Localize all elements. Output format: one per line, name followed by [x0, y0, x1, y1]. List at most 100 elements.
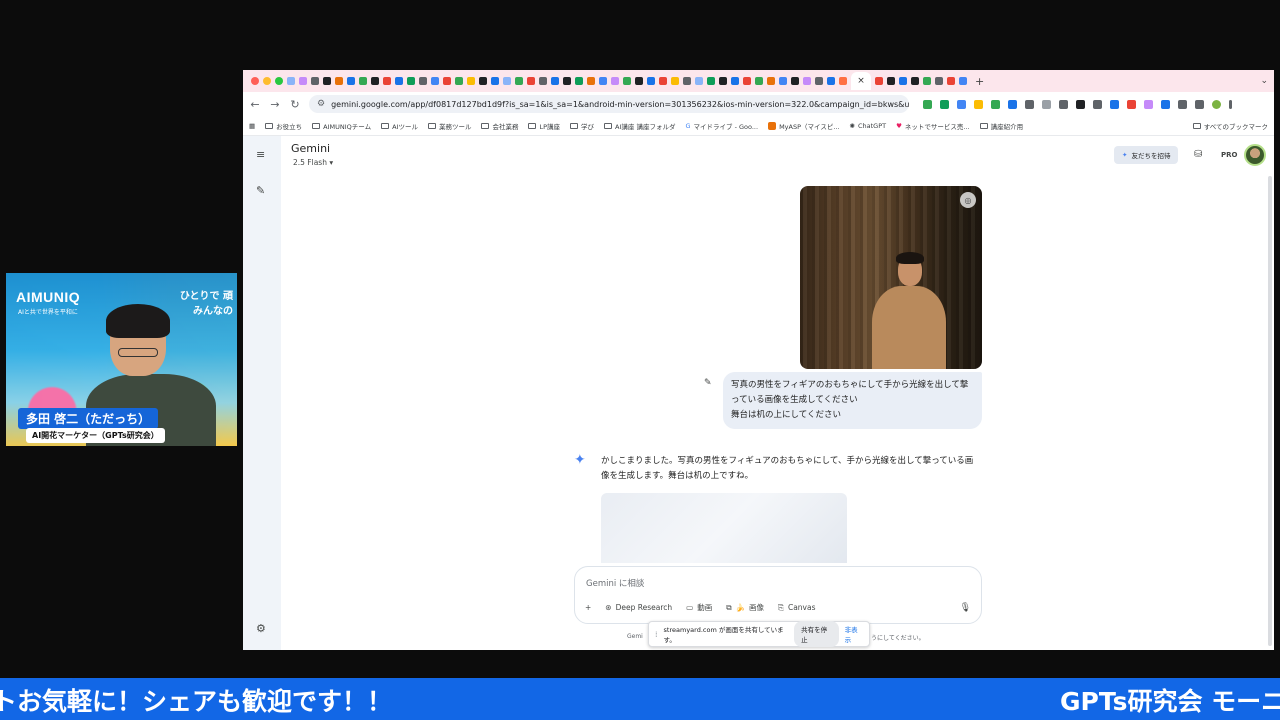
tab-favicon[interactable]	[575, 77, 583, 85]
tab-favicon[interactable]	[623, 77, 631, 85]
microphone-icon[interactable]: 🎙	[960, 603, 971, 613]
tab-favicon[interactable]	[347, 77, 355, 85]
back-icon[interactable]: ←	[249, 98, 261, 111]
gift-icon[interactable]: ⛁	[1194, 149, 1202, 160]
hide-button[interactable]: 非表示	[845, 624, 863, 644]
tab-favicon[interactable]	[503, 77, 511, 85]
bookmark-folder[interactable]: AIツール	[381, 121, 418, 131]
extension-icon[interactable]	[1025, 99, 1034, 109]
bookmark-folder[interactable]: お役立ち	[265, 121, 302, 131]
minimize-window-icon[interactable]	[263, 77, 271, 85]
tab-favicon[interactable]	[695, 77, 703, 85]
tab-favicon[interactable]	[287, 77, 295, 85]
bookmark-myasp[interactable]: MyASP（マイスピ...	[768, 121, 840, 131]
tab-favicon[interactable]	[467, 77, 475, 85]
site-info-icon[interactable]: ⚙	[317, 99, 325, 109]
tab-favicon[interactable]	[323, 77, 331, 85]
reload-icon[interactable]: ↻	[289, 98, 301, 111]
tab-favicon[interactable]	[707, 77, 715, 85]
tab-favicon[interactable]	[611, 77, 619, 85]
tab-search-icon[interactable]: ⌄	[1260, 76, 1268, 86]
tab-favicon[interactable]	[563, 77, 571, 85]
extension-icon[interactable]	[923, 99, 932, 109]
tab-favicon[interactable]	[311, 77, 319, 85]
tab-favicon[interactable]	[923, 77, 931, 85]
tab-favicon[interactable]	[743, 77, 751, 85]
prompt-input[interactable]: Gemini に相談	[586, 577, 644, 589]
tab-favicon[interactable]	[371, 77, 379, 85]
close-window-icon[interactable]	[251, 77, 259, 85]
tab-favicon[interactable]	[515, 77, 523, 85]
notion-icon[interactable]	[1076, 99, 1085, 109]
add-button[interactable]: +	[585, 603, 591, 612]
tab-favicon[interactable]	[383, 77, 391, 85]
bookmark-folder[interactable]: 講座紹介用	[979, 121, 1023, 131]
tab-favicon[interactable]	[683, 77, 691, 85]
tab-favicon[interactable]	[671, 77, 679, 85]
tab-favicon[interactable]	[335, 77, 343, 85]
mic-extension-icon[interactable]	[1059, 99, 1068, 109]
tab-favicon[interactable]	[755, 77, 763, 85]
tab-favicon[interactable]	[779, 77, 787, 85]
download-icon[interactable]	[1195, 99, 1204, 109]
extension-icon[interactable]	[991, 99, 1000, 109]
bookmark-chatgpt[interactable]: ✺ ChatGPT	[850, 122, 887, 130]
extension-icon[interactable]	[957, 99, 966, 109]
prompt-composer[interactable]: Gemini に相談 + ⊛ Deep Research ▭ 動画 ⧉ 🍌 画像 ⎘ Ca…	[574, 566, 982, 624]
invite-friends-button[interactable]: ✦ 友だちを招待	[1114, 146, 1179, 164]
video-button[interactable]: ▭ 動画	[686, 602, 712, 613]
extension-icon[interactable]	[1093, 99, 1102, 109]
tab-favicon[interactable]	[719, 77, 727, 85]
tab-favicon[interactable]	[767, 77, 775, 85]
tab-favicon[interactable]	[791, 77, 799, 85]
settings-gear-icon[interactable]: ⚙	[256, 622, 266, 635]
forward-icon[interactable]: →	[269, 98, 281, 111]
avatar[interactable]	[1244, 144, 1266, 166]
profile-icon[interactable]	[1212, 99, 1221, 109]
menu-kebab-icon[interactable]	[1229, 99, 1232, 109]
bookmark-folder[interactable]: 会社業務	[481, 121, 518, 131]
tab-favicon[interactable]	[839, 77, 847, 85]
tab-favicon[interactable]	[407, 77, 415, 85]
bookmark-drive[interactable]: G マイドライブ - Goo...	[685, 121, 758, 131]
tab-favicon[interactable]	[527, 77, 535, 85]
tab-favicon[interactable]	[911, 77, 919, 85]
extension-icon[interactable]	[1144, 99, 1153, 109]
tab-favicon[interactable]	[659, 77, 667, 85]
tab-close-icon[interactable]: ×	[857, 76, 865, 86]
extension-icon[interactable]	[1110, 99, 1119, 109]
tab-favicon[interactable]	[887, 77, 895, 85]
scrollbar[interactable]	[1268, 176, 1272, 646]
uploaded-photo[interactable]: ◎	[800, 186, 982, 369]
tab-favicon[interactable]	[455, 77, 463, 85]
tab-favicon[interactable]	[491, 77, 499, 85]
bookmark-folder[interactable]: LP講座	[528, 121, 560, 131]
drag-handle-icon[interactable]: ⁞	[655, 630, 658, 639]
image-button[interactable]: ⧉ 🍌 画像	[726, 602, 764, 613]
address-bar[interactable]: ⚙ gemini.google.com/app/df0817d127bd1d9f…	[309, 95, 909, 113]
bookmark-folder[interactable]: 学び	[570, 121, 594, 131]
tab-favicon[interactable]	[359, 77, 367, 85]
tab-favicon[interactable]	[635, 77, 643, 85]
new-tab-button[interactable]: +	[975, 75, 984, 88]
stop-sharing-button[interactable]: 共有を停止	[794, 621, 839, 647]
tab-favicon[interactable]	[551, 77, 559, 85]
tab-favicon[interactable]	[299, 77, 307, 85]
address-url[interactable]: gemini.google.com/app/df0817d127bd1d9f?i…	[331, 100, 909, 109]
extension-icon[interactable]	[940, 99, 949, 109]
tab-favicon[interactable]	[479, 77, 487, 85]
tab-favicon[interactable]	[935, 77, 943, 85]
lens-icon[interactable]: ◎	[960, 192, 976, 208]
extension-icon[interactable]	[1161, 99, 1170, 109]
tab-favicon[interactable]	[431, 77, 439, 85]
maximize-window-icon[interactable]	[275, 77, 283, 85]
tab-favicon[interactable]	[599, 77, 607, 85]
tab-favicon[interactable]	[827, 77, 835, 85]
edit-prompt-icon[interactable]: ✎	[704, 378, 712, 388]
tab-favicon[interactable]	[419, 77, 427, 85]
extension-icon[interactable]	[1042, 99, 1051, 109]
bookmark-folder[interactable]: 業務ツール	[427, 121, 471, 131]
extension-icon[interactable]	[1008, 99, 1017, 109]
all-bookmarks[interactable]: すべてのブックマーク	[1192, 121, 1268, 131]
pro-badge[interactable]: PRO	[1221, 151, 1237, 159]
